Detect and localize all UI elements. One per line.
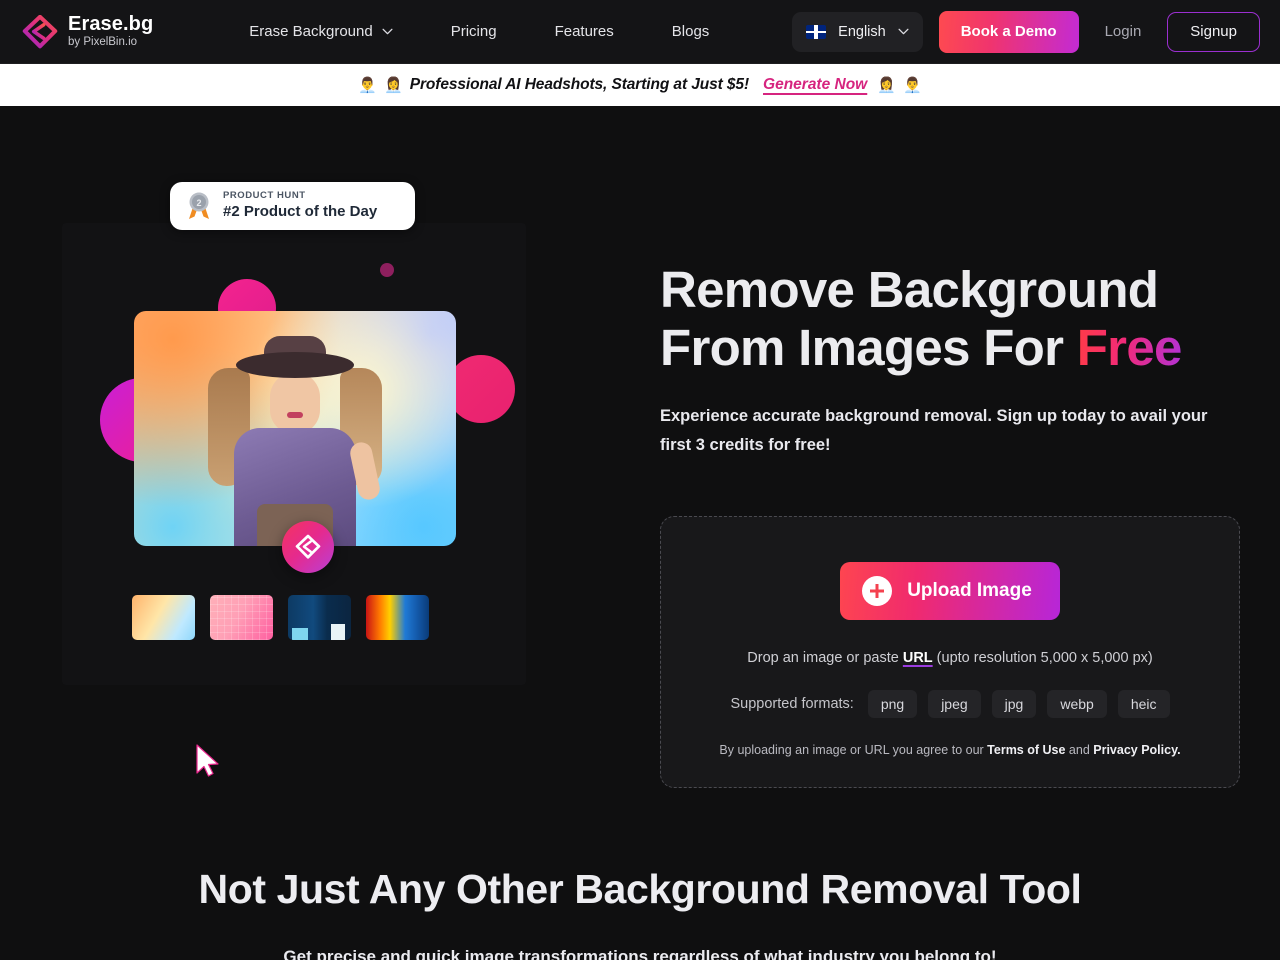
legal-and: and xyxy=(1065,743,1094,757)
heading-line-2-accent: Free xyxy=(1076,318,1183,376)
language-selector[interactable]: English xyxy=(792,11,923,52)
office-worker-woman-emoji: 👩‍💼 xyxy=(877,76,896,94)
announcement-banner: 👨‍💼 👩‍💼 Professional AI Headshots, Start… xyxy=(0,64,1280,106)
hero-preview-image xyxy=(134,311,456,546)
erasebg-diamond-logo-icon xyxy=(22,14,58,48)
legal-prefix: By uploading an image or URL you agree t… xyxy=(719,743,988,757)
office-worker-woman-emoji: 👩‍💼 xyxy=(384,76,403,94)
nav-item-blogs[interactable]: Blogs xyxy=(672,15,710,48)
navbar-actions: English Book a Demo Login Signup xyxy=(792,10,1260,53)
upload-image-button[interactable]: Upload Image xyxy=(840,562,1060,620)
generate-now-link[interactable]: Generate Now xyxy=(763,76,867,94)
uk-flag-icon xyxy=(806,24,827,39)
paste-url-link[interactable]: URL xyxy=(903,650,933,666)
chevron-down-icon xyxy=(382,28,393,35)
product-hunt-kicker: PRODUCT HUNT xyxy=(223,190,306,202)
book-a-demo-button[interactable]: Book a Demo xyxy=(938,10,1079,53)
svg-text:2: 2 xyxy=(196,198,201,208)
heading-line-2-plain: From Images For xyxy=(660,318,1077,376)
decor-blob-red xyxy=(447,355,515,423)
drop-prefix: Drop an image or paste xyxy=(747,650,903,666)
section-title: Not Just Any Other Background Removal To… xyxy=(198,866,1082,912)
thumbnail-gradient-peach[interactable] xyxy=(132,595,195,640)
section-subtitle: Get precise and quick image transformati… xyxy=(283,947,997,960)
chevron-down-icon xyxy=(898,28,909,35)
privacy-policy-link[interactable]: Privacy Policy. xyxy=(1093,743,1180,757)
nav-item-pricing[interactable]: Pricing xyxy=(451,15,497,48)
primary-nav: Erase Background Pricing Features Blogs xyxy=(249,15,709,48)
format-chip-jpeg: jpeg xyxy=(928,690,981,718)
product-hunt-badge[interactable]: 2 PRODUCT HUNT #2 Product of the Day xyxy=(170,182,415,230)
page-title: Remove Background From Images For Free xyxy=(660,261,1260,376)
hero-section: 2 PRODUCT HUNT #2 Product of the Day Rem… xyxy=(0,106,1280,788)
nav-item-features[interactable]: Features xyxy=(555,15,614,48)
login-link[interactable]: Login xyxy=(1105,23,1142,40)
model-illustration xyxy=(208,336,382,546)
nav-item-label: Erase Background xyxy=(249,23,373,40)
decor-blob-purple-small xyxy=(380,263,394,277)
thumbnail-rainbow-stripes[interactable] xyxy=(366,595,429,640)
format-chip-heic: heic xyxy=(1117,690,1170,718)
drop-suffix: (upto resolution 5,000 x 5,000 px) xyxy=(932,650,1153,666)
heading-line-1: Remove Background xyxy=(660,261,1159,318)
nav-item-label: Pricing xyxy=(450,23,497,40)
office-worker-man-emoji: 👨‍💼 xyxy=(902,76,922,94)
hero-thumbnail-strip xyxy=(132,595,429,640)
product-hunt-title: #2 Product of the Day xyxy=(223,203,378,221)
hero-content-column: Remove Background From Images For Free E… xyxy=(640,106,1260,788)
signup-button[interactable]: Signup xyxy=(1167,11,1260,52)
format-chip-jpg: jpg xyxy=(991,690,1037,718)
mouse-cursor-icon xyxy=(196,744,219,777)
erasebg-circle-logo-icon xyxy=(282,521,334,573)
features-intro-section: Not Just Any Other Background Removal To… xyxy=(0,766,1280,960)
thumbnail-blue-studio[interactable] xyxy=(288,595,351,640)
brand-logo-link[interactable]: Erase.bg by PixelBin.io xyxy=(22,14,153,49)
upload-button-label: Upload Image xyxy=(907,580,1032,601)
hero-image-stage xyxy=(62,223,526,685)
supported-formats-row: Supported formats: png jpeg jpg webp hei… xyxy=(731,690,1170,718)
legal-disclaimer: By uploading an image or URL you agree t… xyxy=(719,743,1180,757)
supported-formats-label: Supported formats: xyxy=(730,696,854,712)
hero-visual-column: 2 PRODUCT HUNT #2 Product of the Day xyxy=(20,106,640,777)
upload-dropzone[interactable]: Upload Image Drop an image or paste URL … xyxy=(660,516,1240,788)
top-navbar: Erase.bg by PixelBin.io Erase Background… xyxy=(0,0,1280,64)
language-label: English xyxy=(838,23,886,40)
medal-2nd-place-icon: 2 xyxy=(189,192,209,219)
plus-circle-icon xyxy=(862,576,893,606)
nav-item-label: Blogs xyxy=(671,23,710,40)
announcement-text: Professional AI Headshots, Starting at J… xyxy=(409,76,750,93)
drop-instruction: Drop an image or paste URL (upto resolut… xyxy=(747,650,1152,666)
terms-of-use-link[interactable]: Terms of Use xyxy=(987,743,1065,757)
hero-subheading: Experience accurate background removal. … xyxy=(660,407,1208,454)
thumbnail-pink-grid[interactable] xyxy=(210,595,273,640)
format-chip-webp: webp xyxy=(1047,690,1107,718)
office-worker-man-emoji: 👨‍💼 xyxy=(358,76,378,94)
nav-item-erase-background[interactable]: Erase Background xyxy=(249,15,393,48)
brand-subtitle: by PixelBin.io xyxy=(68,36,138,49)
brand-title: Erase.bg xyxy=(68,13,154,36)
nav-item-label: Features xyxy=(554,23,614,40)
format-chip-png: png xyxy=(867,690,918,718)
